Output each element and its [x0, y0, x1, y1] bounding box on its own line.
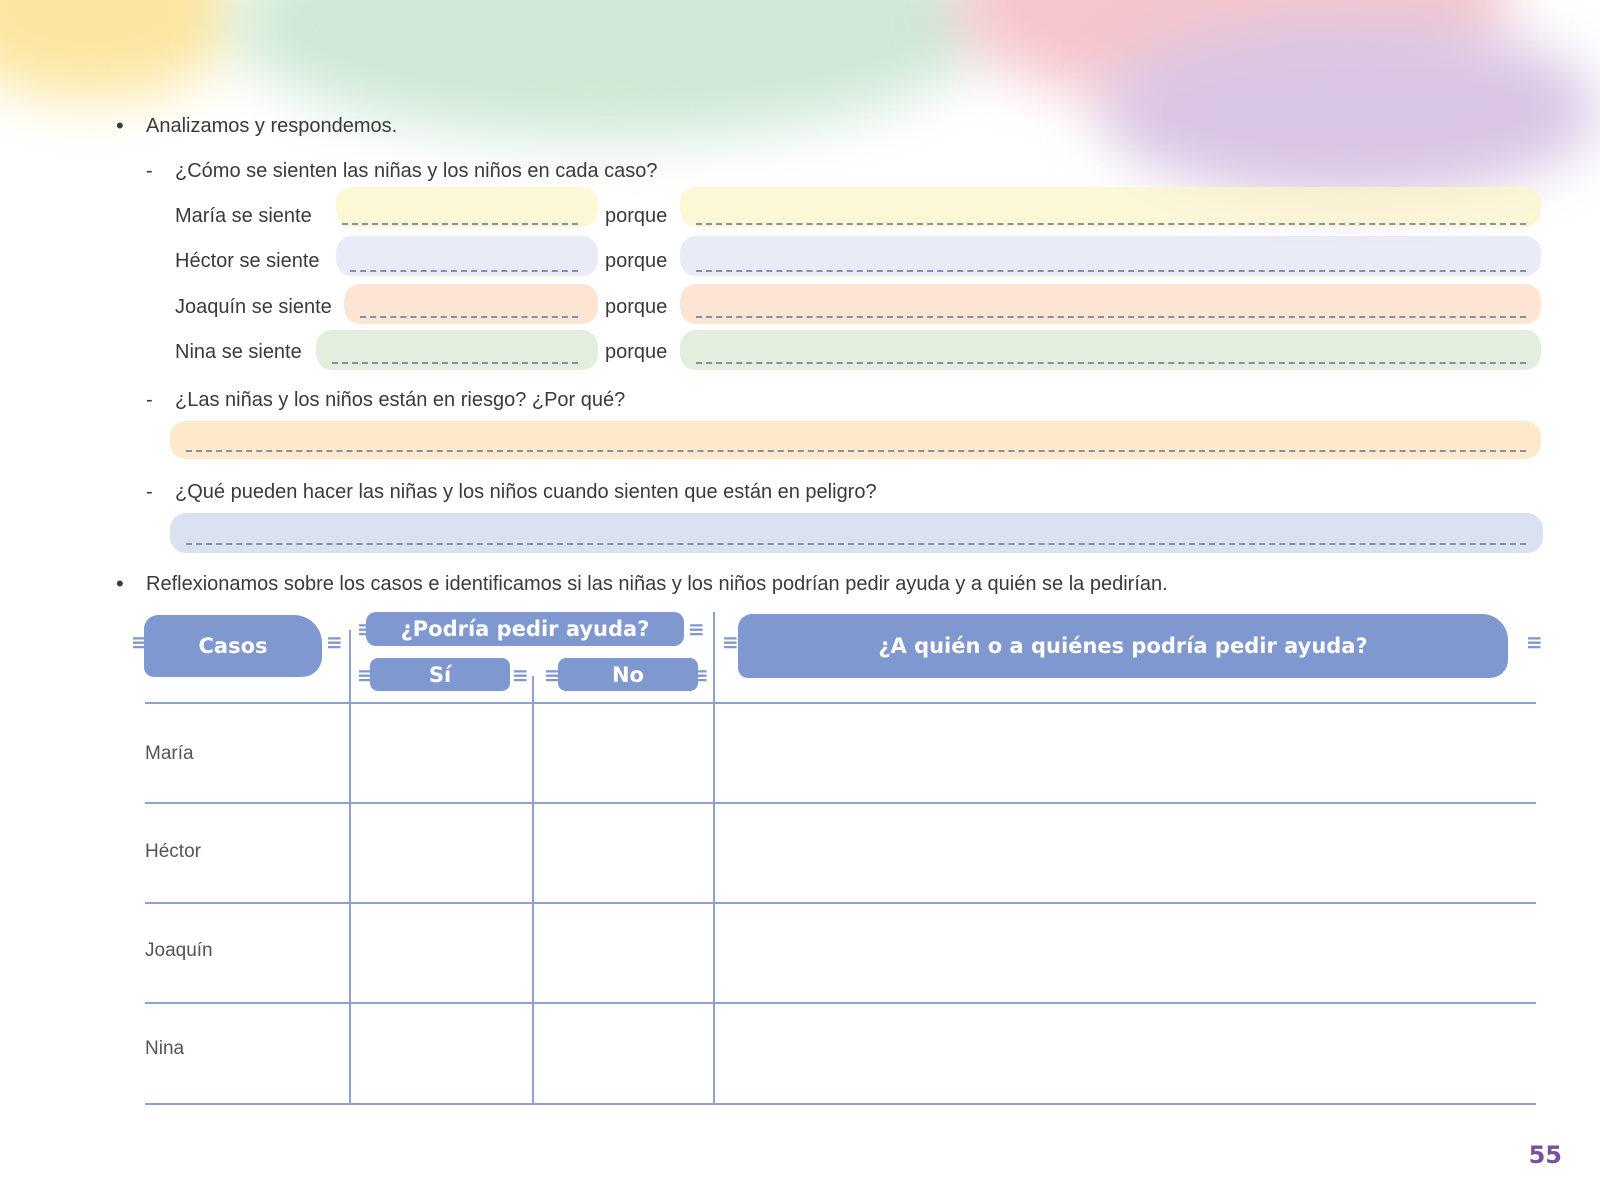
- watercolor-purple: [1100, 20, 1600, 200]
- dash-q2: -: [146, 389, 153, 411]
- table-row-label: Joaquín: [145, 940, 213, 961]
- feeling-label: Nina se siente: [175, 341, 302, 363]
- table-row-label: Nina: [145, 1038, 185, 1059]
- question-feelings: ¿Cómo se sienten las niñas y los niños e…: [175, 160, 658, 182]
- porque-label: porque: [605, 205, 668, 227]
- reason-answer-line[interactable]: [696, 223, 1526, 225]
- sparkle-icon: ≡: [688, 617, 705, 641]
- dash-q1: -: [146, 160, 153, 182]
- question-risk: ¿Las niñas y los niños están en riesgo? …: [175, 389, 626, 411]
- danger-answer-line[interactable]: [186, 543, 1526, 545]
- reason-answer-line[interactable]: [696, 270, 1526, 272]
- page-number: 55: [1528, 1141, 1562, 1169]
- feeling-label: Héctor se siente: [175, 250, 320, 272]
- sparkle-icon: ≡: [722, 630, 739, 654]
- sparkle-icon: ≡: [512, 663, 529, 687]
- porque-label: porque: [605, 250, 668, 272]
- header-podria: ¿Podría pedir ayuda?: [366, 612, 684, 646]
- highlight-risk-answer: [170, 421, 1541, 459]
- watercolor-yellow: [0, 0, 240, 100]
- bullet-2: •: [116, 571, 124, 596]
- sparkle-icon: ≡: [1526, 630, 1543, 654]
- sparkle-icon: ≡: [357, 617, 374, 641]
- feeling-answer-line[interactable]: [350, 270, 578, 272]
- table-divider: [349, 630, 351, 1104]
- instruction-reflect: Reflexionamos sobre los casos e identifi…: [146, 573, 1168, 595]
- table-line: [145, 1002, 1536, 1004]
- table-line: [145, 802, 1536, 804]
- porque-label: porque: [605, 341, 668, 363]
- highlight-danger-answer: [170, 513, 1543, 553]
- sparkle-icon: ≡: [357, 663, 374, 687]
- highlight-feeling: [316, 330, 598, 370]
- sparkle-icon: ≡: [326, 630, 343, 654]
- feeling-label: María se siente: [175, 205, 312, 227]
- sparkle-icon: ≡: [544, 663, 561, 687]
- reason-answer-line[interactable]: [696, 316, 1526, 318]
- porque-label: porque: [605, 296, 668, 318]
- header-si: Sí: [370, 658, 510, 691]
- feeling-answer-line[interactable]: [360, 316, 578, 318]
- feeling-label: Joaquín se siente: [175, 296, 332, 318]
- highlight-reason: [680, 284, 1541, 324]
- risk-answer-line[interactable]: [186, 450, 1526, 452]
- sparkle-icon: ≡: [131, 630, 148, 654]
- highlight-reason: [680, 187, 1541, 227]
- table-row-label: Héctor: [145, 841, 201, 862]
- bullet-1: •: [116, 113, 124, 138]
- feeling-answer-line[interactable]: [342, 223, 578, 225]
- question-danger: ¿Qué pueden hacer las niñas y los niños …: [175, 481, 877, 503]
- reason-answer-line[interactable]: [696, 362, 1526, 364]
- table-line: [145, 902, 1536, 904]
- highlight-feeling: [344, 284, 598, 324]
- sparkle-icon: ≡: [692, 663, 709, 687]
- header-casos: Casos: [144, 615, 322, 677]
- table-divider: [532, 676, 534, 1104]
- table-divider: [713, 612, 715, 1104]
- table-row-label: María: [145, 743, 194, 764]
- highlight-reason: [680, 330, 1541, 370]
- instruction-analyze: Analizamos y respondemos.: [146, 115, 398, 137]
- table-line: [145, 702, 1536, 704]
- highlight-feeling: [336, 187, 598, 227]
- dash-q3: -: [146, 481, 153, 503]
- header-no: No: [558, 658, 698, 691]
- header-quien: ¿A quién o a quiénes podría pedir ayuda?: [738, 614, 1508, 678]
- table-line: [145, 1103, 1536, 1105]
- feeling-answer-line[interactable]: [332, 362, 578, 364]
